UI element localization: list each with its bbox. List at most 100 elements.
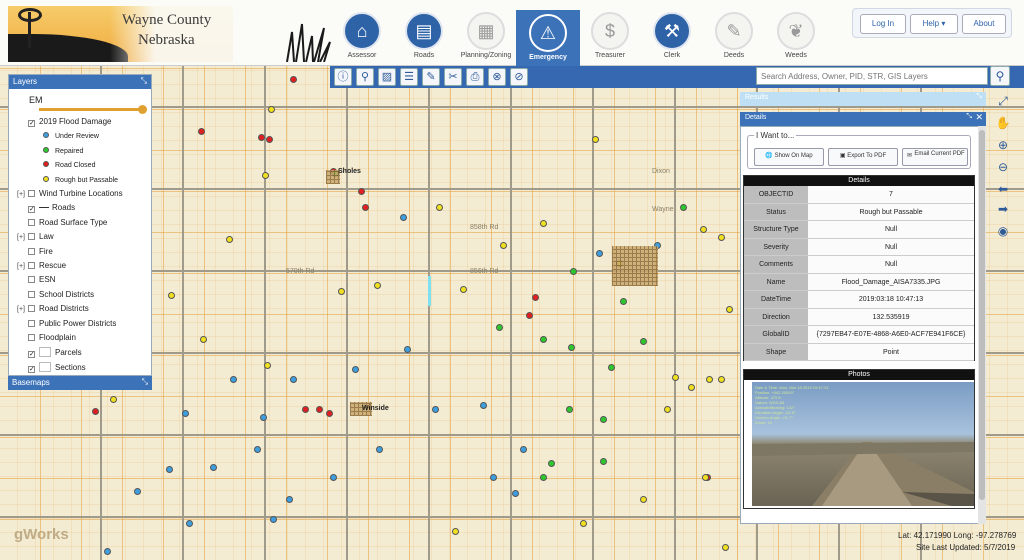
damage-point-closed[interactable] <box>316 406 323 413</box>
damage-point-passable[interactable] <box>718 376 725 383</box>
damage-point-closed[interactable] <box>198 128 205 135</box>
layer-item[interactable]: ESN <box>17 275 55 289</box>
layer-item[interactable]: [+] Law <box>17 232 54 246</box>
damage-point-repaired[interactable] <box>640 338 647 345</box>
damage-point-repaired[interactable] <box>680 204 687 211</box>
layer-item[interactable]: ✓ Sections <box>17 361 86 376</box>
info-icon[interactable]: ⓘ <box>334 68 352 86</box>
damage-point-passable[interactable] <box>664 406 671 413</box>
email-pdf-button[interactable]: ✉ Email Current PDF <box>902 148 968 166</box>
damage-point-review[interactable] <box>270 516 277 523</box>
nav-emergency[interactable]: ⚠ Emergency <box>516 10 580 66</box>
layer-item[interactable]: [+] Rescue <box>17 261 66 275</box>
layer-item[interactable]: Fire <box>17 247 53 261</box>
damage-point-repaired[interactable] <box>620 298 627 305</box>
collapse-icon[interactable]: ⤡ <box>966 113 972 121</box>
back-arrow-icon[interactable]: ⬅ <box>994 180 1012 198</box>
damage-point-passable[interactable] <box>262 172 269 179</box>
damage-point-repaired[interactable] <box>540 336 547 343</box>
nav-weeds[interactable]: ❦ Weeds <box>764 8 828 66</box>
damage-point-passable[interactable] <box>500 242 507 249</box>
damage-point-passable[interactable] <box>264 362 271 369</box>
layer-checkbox[interactable]: ✓ <box>28 365 35 373</box>
slider-handle[interactable] <box>138 105 147 114</box>
damage-point-passable[interactable] <box>436 204 443 211</box>
login-button[interactable]: Log In <box>860 14 906 34</box>
damage-point-passable[interactable] <box>592 136 599 143</box>
damage-point-closed[interactable] <box>526 312 533 319</box>
damage-point-repaired[interactable] <box>570 268 577 275</box>
search-icon[interactable]: ⚲ <box>990 66 1010 86</box>
damage-point-repaired[interactable] <box>496 324 503 331</box>
nav-planning-zoning[interactable]: ▦ Planning/Zoning <box>454 8 518 66</box>
damage-point-review[interactable] <box>254 446 261 453</box>
damage-point-passable[interactable] <box>726 306 733 313</box>
damage-point-repaired[interactable] <box>566 406 573 413</box>
close-icon[interactable]: ✕ <box>975 112 983 123</box>
damage-point-review[interactable] <box>286 496 293 503</box>
nav-assessor[interactable]: ⌂ Assessor <box>330 8 394 66</box>
basemaps-panel-header[interactable]: Basemaps ⤡ <box>8 376 152 390</box>
forward-arrow-icon[interactable]: ➡ <box>994 200 1012 218</box>
nav-treasurer[interactable]: $ Treasurer <box>578 8 642 66</box>
layer-item[interactable]: Floodplain <box>17 333 76 347</box>
show-on-map-button[interactable]: 🌐 Show On Map <box>754 148 824 166</box>
nav-clerk[interactable]: ⚒ Clerk <box>640 8 704 66</box>
damage-point-repaired[interactable] <box>600 458 607 465</box>
damage-point-closed[interactable] <box>362 204 369 211</box>
layer-checkbox[interactable] <box>28 319 35 327</box>
opacity-slider[interactable] <box>39 105 147 114</box>
layer-checkbox[interactable] <box>28 190 35 197</box>
damage-point-review[interactable] <box>330 474 337 481</box>
damage-point-review[interactable] <box>490 474 497 481</box>
damage-point-passable[interactable] <box>640 496 647 503</box>
layer-checkbox[interactable] <box>28 233 35 241</box>
zoom-out-icon[interactable]: ⊖ <box>994 158 1012 176</box>
damage-point-review[interactable] <box>376 446 383 453</box>
damage-point-review[interactable] <box>260 414 267 421</box>
pencil-icon[interactable]: ✎ <box>422 68 440 86</box>
nav-roads[interactable]: ▤ Roads <box>392 8 456 66</box>
damage-point-review[interactable] <box>432 406 439 413</box>
export-pdf-button[interactable]: ▣ Export To PDF <box>828 148 898 166</box>
damage-point-passable[interactable] <box>580 520 587 527</box>
layer-checkbox[interactable] <box>28 247 35 255</box>
damage-point-passable[interactable] <box>540 220 547 227</box>
damage-point-review[interactable] <box>166 466 173 473</box>
layer-item[interactable]: [+] Road Districts <box>17 304 89 318</box>
layer-item[interactable]: ✓ Parcels <box>17 347 82 361</box>
layer-checkbox[interactable] <box>28 218 35 226</box>
layer-checkbox[interactable] <box>28 305 35 313</box>
damage-point-passable[interactable] <box>706 376 713 383</box>
layer-checkbox[interactable]: ✓ <box>28 120 35 127</box>
tools-icon[interactable]: ✂ <box>444 68 462 86</box>
damage-point-review[interactable] <box>520 446 527 453</box>
damage-point-passable[interactable] <box>672 374 679 381</box>
damage-point-passable[interactable] <box>452 528 459 535</box>
locate-icon[interactable]: ◉ <box>994 222 1012 240</box>
nav-deeds[interactable]: ✎ Deeds <box>702 8 766 66</box>
layer-item[interactable]: ✓ Roads <box>17 203 75 217</box>
damage-point-review[interactable] <box>512 490 519 497</box>
damage-point-closed[interactable] <box>266 136 273 143</box>
help-button[interactable]: Help ▾ <box>910 14 958 34</box>
damage-point-review[interactable] <box>480 402 487 409</box>
damage-point-review[interactable] <box>210 464 217 471</box>
layer-item[interactable]: Road Surface Type <box>17 218 107 232</box>
draw-icon[interactable]: ☰ <box>400 68 418 86</box>
damage-point-review[interactable] <box>352 366 359 373</box>
about-button[interactable]: About <box>962 14 1006 34</box>
damage-point-repaired[interactable] <box>568 344 575 351</box>
fullscreen-icon[interactable]: ⤢ <box>994 92 1012 110</box>
clear-icon[interactable]: ⊗ <box>488 68 506 86</box>
layer-checkbox[interactable]: ✓ <box>28 206 35 214</box>
details-panel-header[interactable]: Details ⤡ ✕ <box>740 112 986 126</box>
damage-point-closed[interactable] <box>326 410 333 417</box>
results-panel-header[interactable]: Results ⤡ <box>740 92 986 106</box>
flood-damage-photo[interactable]: Date & Time: Mon, Mar 18 2019 10:47:13 P… <box>752 382 974 506</box>
layer-item[interactable]: Public Power Districts <box>17 319 116 333</box>
layer-item[interactable]: ✓ 2019 Flood Damage <box>17 117 112 131</box>
damage-point-review[interactable] <box>230 376 237 383</box>
damage-point-passable[interactable] <box>338 288 345 295</box>
damage-point-review[interactable] <box>134 488 141 495</box>
